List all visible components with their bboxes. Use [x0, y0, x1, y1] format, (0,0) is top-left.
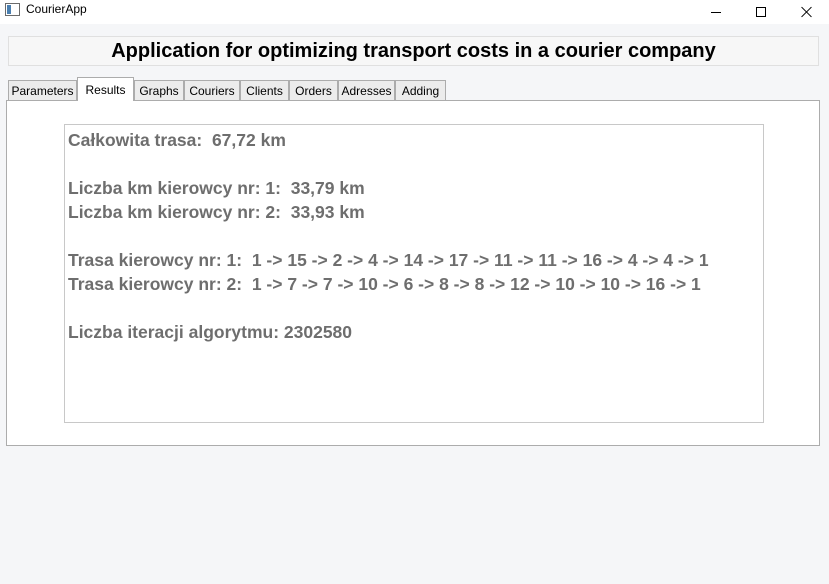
page-title: Application for optimizing transport cos…: [111, 39, 716, 62]
maximize-icon: [756, 7, 766, 17]
window-title: CourierApp: [26, 2, 87, 16]
tab-adding[interactable]: Adding: [395, 80, 446, 101]
close-button[interactable]: [784, 0, 829, 24]
header-panel: Application for optimizing transport cos…: [8, 36, 819, 66]
close-icon: [801, 6, 813, 18]
tab-clients[interactable]: Clients: [240, 80, 289, 101]
driver-2-route-text: Trasa kierowcy nr: 2: 1 -> 7 -> 7 -> 10 …: [68, 274, 701, 294]
title-bar: CourierApp: [0, 0, 829, 24]
maximize-button[interactable]: [738, 0, 784, 24]
results-tab-panel: Całkowita trasa: 67,72 km Liczba km kier…: [6, 100, 820, 446]
iterations-text: Liczba iteracji algorytmu: 2302580: [68, 322, 353, 342]
driver-2-km-text: Liczba km kierowcy nr: 2: 33,93 km: [68, 202, 365, 222]
tab-adresses[interactable]: Adresses: [338, 80, 395, 101]
driver-1-km-text: Liczba km kierowcy nr: 1: 33,79 km: [68, 178, 365, 198]
results-textbox[interactable]: Całkowita trasa: 67,72 km Liczba km kier…: [64, 124, 764, 423]
total-route-text: Całkowita trasa: 67,72 km: [68, 130, 286, 150]
tab-parameters[interactable]: Parameters: [8, 80, 77, 101]
driver-1-route-text: Trasa kierowcy nr: 1: 1 -> 15 -> 2 -> 4 …: [68, 250, 709, 270]
app-icon: [5, 3, 20, 16]
tab-graphs[interactable]: Graphs: [134, 80, 184, 101]
tab-couriers[interactable]: Couriers: [184, 80, 240, 101]
tab-results[interactable]: Results: [77, 77, 134, 101]
minimize-button[interactable]: [693, 0, 739, 24]
minimize-icon: [711, 11, 721, 13]
tab-orders[interactable]: Orders: [289, 80, 338, 101]
